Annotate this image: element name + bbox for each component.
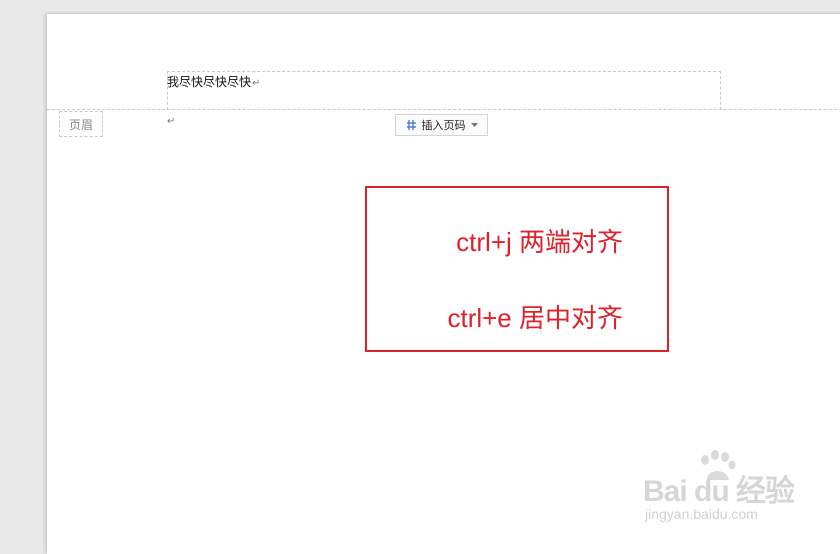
insert-page-number-button[interactable]: 插入页码 (395, 114, 488, 136)
body-paragraph-mark[interactable]: ↵ (167, 116, 175, 127)
page-number-icon (406, 119, 418, 131)
header-text[interactable]: 我尽快尽快尽快↵ (167, 73, 260, 90)
shortcut-center-text: ctrl+e 居中对齐 (447, 303, 623, 333)
insert-page-number-label: 插入页码 (421, 119, 466, 132)
paragraph-mark: ↵ (252, 78, 261, 89)
watermark-brand: Bai du 经验 (643, 475, 795, 508)
chevron-down-icon (470, 122, 478, 128)
baidu-watermark: Bai du 经验 jingyan.baidu.com (643, 448, 840, 528)
shortcut-annotation-box: ctrl+j 两端对齐 ctrl+e 居中对齐 (365, 186, 669, 352)
header-text-content: 我尽快尽快尽快 (167, 75, 252, 89)
header-label: 页眉 (59, 111, 103, 137)
header-divider (47, 109, 840, 110)
watermark-url: jingyan.baidu.com (645, 506, 758, 522)
shortcut-justify-text: ctrl+j 两端对齐 (456, 227, 623, 257)
